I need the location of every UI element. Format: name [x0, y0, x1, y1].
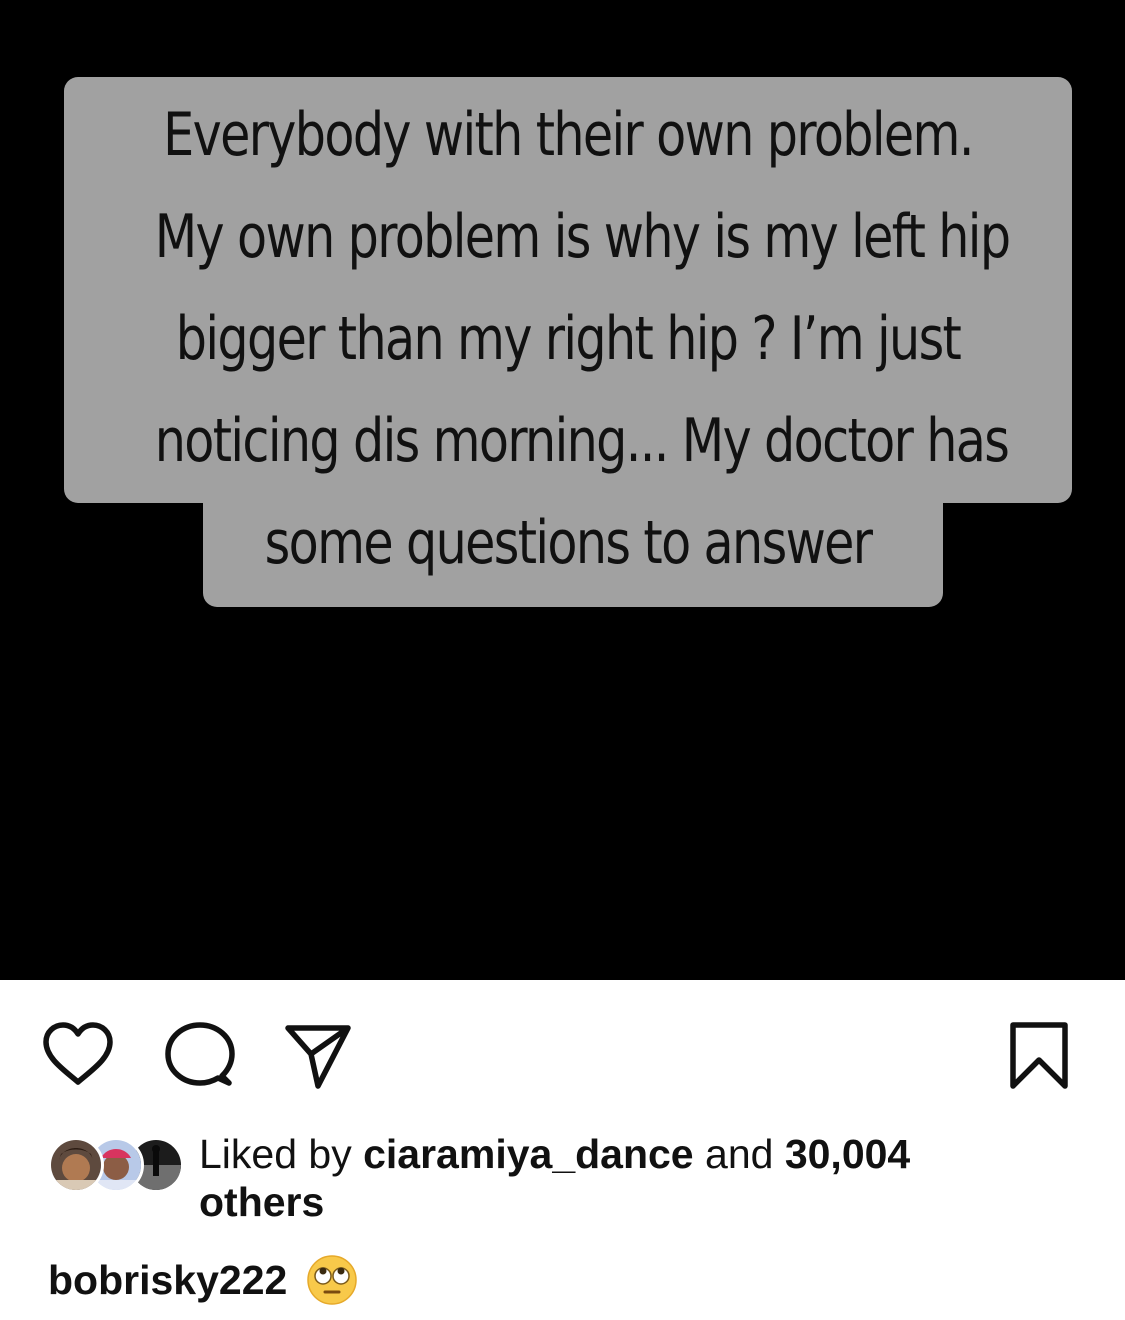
- post-action-bar: [0, 980, 1125, 1120]
- post-image[interactable]: Everybody with their own problem. My own…: [0, 0, 1125, 980]
- comment-icon[interactable]: [164, 1020, 236, 1092]
- liked-by-username[interactable]: ciaramiya_dance: [363, 1131, 694, 1177]
- liker-avatars[interactable]: [48, 1137, 184, 1193]
- likes-prefix: Liked by: [199, 1131, 364, 1177]
- likes-count[interactable]: 30,004: [785, 1131, 910, 1177]
- story-line-4: noticing dis morning... My doctor has: [154, 406, 1010, 476]
- rolling-eyes-emoji-icon: [306, 1254, 358, 1306]
- story-line-3: bigger than my right hip ? I’m just: [175, 304, 962, 374]
- story-text: Everybody with their own problem. My own…: [154, 84, 1011, 594]
- story-line-1: Everybody with their own problem.: [163, 100, 974, 170]
- likes-others[interactable]: others: [199, 1179, 324, 1225]
- bookmark-icon[interactable]: [1003, 1020, 1075, 1092]
- send-icon[interactable]: [282, 1020, 354, 1092]
- story-line-5: some questions to answer: [264, 508, 873, 578]
- avatar[interactable]: [48, 1137, 104, 1193]
- caption: bobrisky222: [48, 1252, 1088, 1308]
- likes-connector: and: [693, 1131, 785, 1177]
- caption-username[interactable]: bobrisky222: [48, 1257, 287, 1303]
- likes-summary[interactable]: Liked by ciaramiya_dance and 30,004 othe…: [48, 1130, 1088, 1230]
- likes-text[interactable]: Liked by ciaramiya_dance and 30,004 othe…: [199, 1130, 1059, 1226]
- story-line-2: My own problem is why is my left hip: [154, 202, 1011, 272]
- heart-icon[interactable]: [42, 1020, 114, 1092]
